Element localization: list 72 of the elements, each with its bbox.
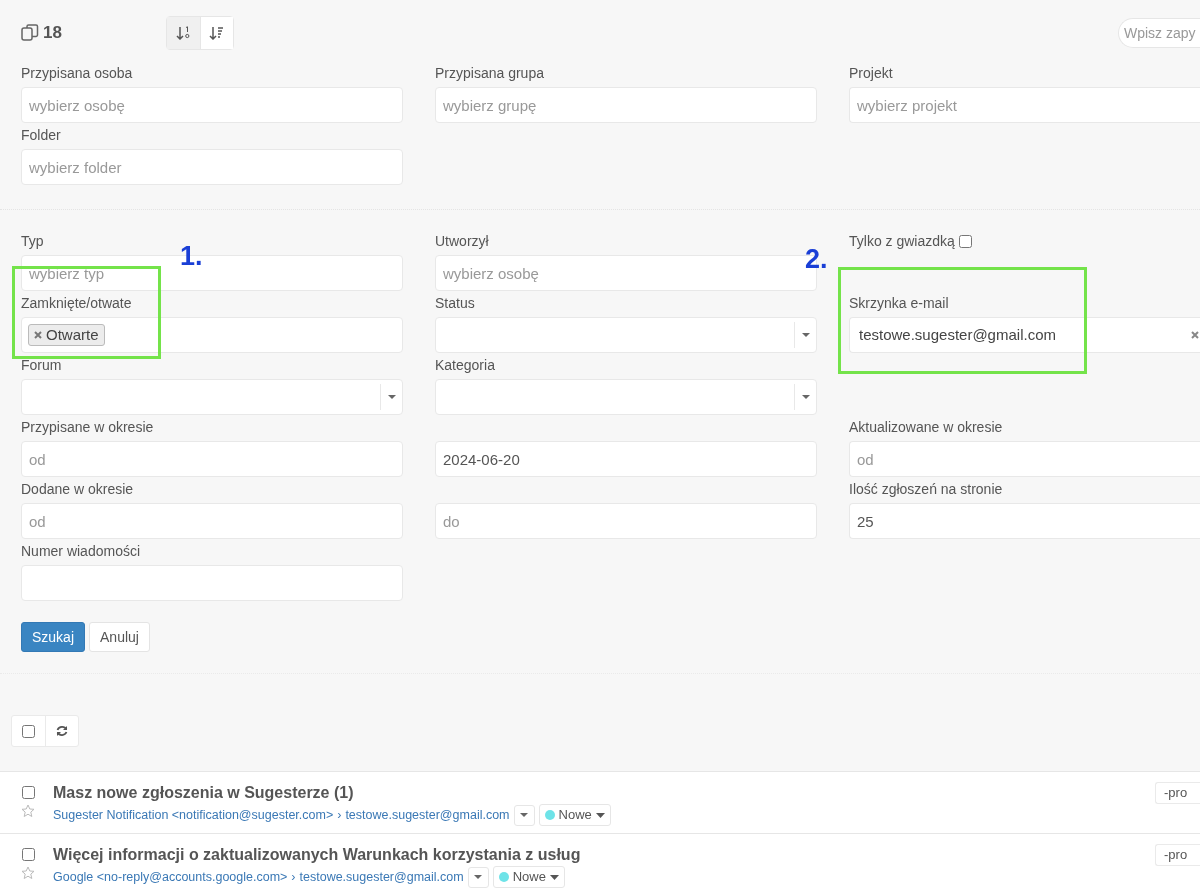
field-label: Zamknięte/otwate [21,295,132,311]
caret-icon [595,812,605,818]
project-button[interactable]: -pro [1155,844,1200,866]
star-icon[interactable] [21,804,35,818]
field-label: Dodane w okresie [21,481,134,497]
field-label: Typ [21,233,44,249]
input-field[interactable]: 2024-06-20 [435,441,817,477]
caret-icon [549,874,559,880]
email-subject[interactable]: Masz nowe zgłoszenia w Sugesterze (1) [53,782,611,803]
input-field[interactable]: wybierz projekt [849,87,1200,123]
row-checkbox[interactable] [21,786,35,799]
select-all-checkbox[interactable] [22,724,35,738]
field-label: Aktualizowane w okresie [849,419,1003,435]
clear-icon[interactable] [1191,331,1199,339]
email-subject[interactable]: Więcej informacji o zaktualizowanych Warunkach korzystania z usług [53,844,581,865]
search-button[interactable]: Szukaj [21,622,86,652]
field-label: Numer wiadomości [21,543,141,559]
caret-icon [386,394,397,400]
sender-link[interactable]: Sugester Notification <notification@sugester.com> [53,805,334,825]
select-field[interactable] [435,317,817,353]
caret-icon [800,332,811,338]
input-field[interactable]: wybierz folder [21,149,403,185]
field-label: Status [435,295,475,311]
remove-icon[interactable] [34,331,42,339]
field-label: Przypisana grupa [435,65,544,81]
select-field[interactable]: testowe.sugester@gmail.com [849,317,1200,353]
field-label: Ilość zgłoszeń na stronie [849,481,1003,497]
sort-button[interactable] [166,17,200,49]
field-label: Tylko z gwiazdką [849,232,955,251]
field-label: Skrzynka e-mail [849,295,949,311]
separator-text: › [291,868,296,886]
input-field[interactable]: 25 [849,503,1200,539]
tag[interactable]: Otwarte [28,324,105,346]
field-label: Utworzył [435,233,489,249]
sender-link[interactable]: Google <no-reply@accounts.google.com> [53,867,288,887]
project-button[interactable]: -pro [1155,782,1200,804]
checkbox[interactable] [958,234,972,248]
input-field[interactable]: wybierz osobę [21,87,403,123]
input-field[interactable]: wybierz grupę [435,87,817,123]
field-label: Folder [21,127,61,143]
row-checkbox[interactable] [21,848,35,861]
recipient-link[interactable]: testowe.sugester@gmail.com [345,805,510,825]
ticket-count: 18 [43,22,62,45]
input-field[interactable]: od [21,503,403,539]
input-field[interactable]: do [435,503,817,539]
search-field[interactable]: Wpisz zapy [1118,18,1200,48]
status-button[interactable]: Nowe [492,866,565,888]
field-label: Przypisana osoba [21,65,133,81]
field-label: Kategoria [435,357,495,373]
input-field[interactable]: od [849,441,1200,477]
sort-list-icon [209,26,225,40]
field-label: Forum [21,357,62,373]
dropdown-button[interactable] [513,804,535,826]
sort-button[interactable] [199,17,233,49]
copies-icon [21,24,39,42]
sort-numeric-icon [175,26,191,40]
field-label: Przypisane w okresie [21,419,154,435]
caret-icon [473,874,484,880]
select-field[interactable] [435,379,817,415]
input-field[interactable]: od [21,441,403,477]
field-label: Projekt [849,65,893,81]
tag-field[interactable]: Otwarte [21,317,403,353]
select-field[interactable] [21,379,403,415]
caret-icon [519,812,530,818]
recipient-link[interactable]: testowe.sugester@gmail.com [299,867,464,887]
separator-text: › [337,806,342,824]
star-icon[interactable] [21,866,35,880]
status-button[interactable]: Nowe [538,804,611,826]
dropdown-button[interactable] [467,866,489,888]
refresh-icon[interactable] [56,725,68,737]
caret-icon [800,394,811,400]
cancel-button[interactable]: Anuluj [89,622,150,652]
